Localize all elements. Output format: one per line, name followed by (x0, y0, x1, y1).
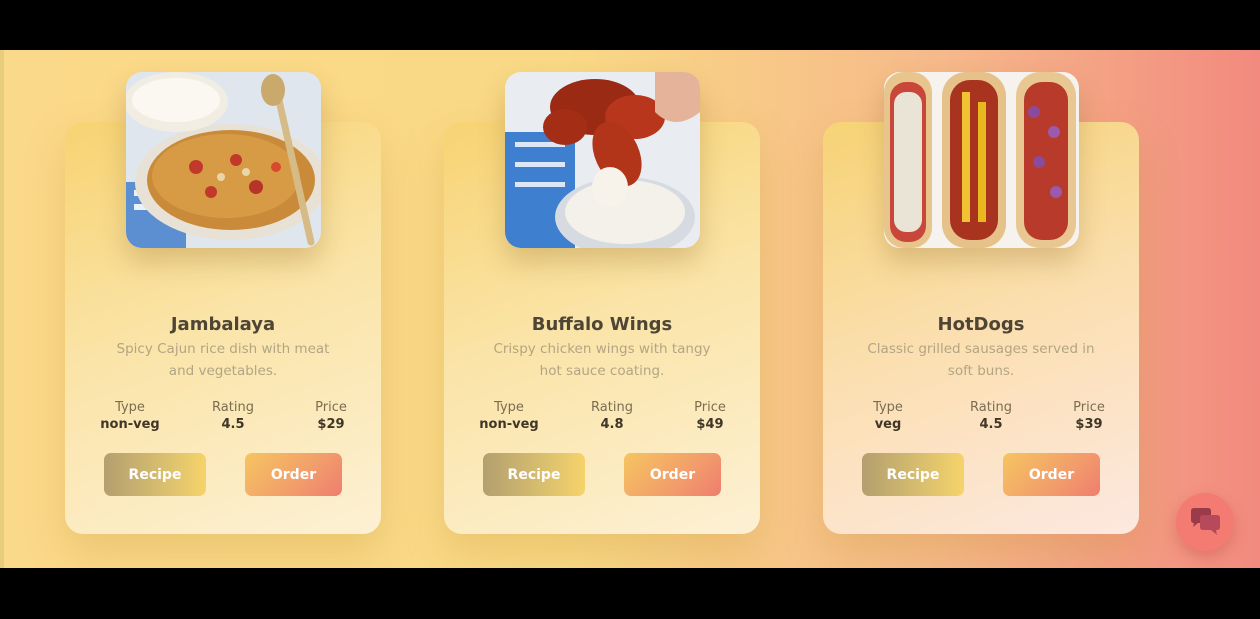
stat-price: Price $49 (675, 400, 745, 432)
food-card-jambalaya: Jambalaya Spicy Cajun rice dish with mea… (65, 72, 381, 534)
card-stats: Type non-veg Rating 4.8 Price $49 (474, 400, 730, 436)
order-button[interactable]: Order (624, 453, 721, 496)
stat-price: Price $39 (1054, 400, 1124, 432)
stat-price-label: Price (694, 400, 726, 415)
stat-price-value: $49 (696, 417, 724, 432)
stat-rating-label: Rating (591, 400, 633, 415)
card-stats: Type veg Rating 4.5 Price $39 (853, 400, 1109, 436)
stat-rating-label: Rating (212, 400, 254, 415)
stat-type: Type non-veg (95, 400, 165, 432)
stat-type: Type non-veg (474, 400, 544, 432)
stat-rating: Rating 4.8 (577, 400, 647, 432)
recipe-button[interactable]: Recipe (483, 453, 585, 496)
stat-type-value: veg (874, 417, 902, 432)
stat-rating: Rating 4.5 (956, 400, 1026, 432)
card-title: Buffalo Wings (531, 314, 673, 335)
food-card-buffalo-wings: Buffalo Wings Crispy chicken wings with … (444, 72, 760, 534)
stat-type-label: Type (873, 400, 903, 415)
card-description: Spicy Cajun rice dish with meat and vege… (116, 341, 330, 379)
stat-price-value: $39 (1075, 417, 1103, 432)
chat-button[interactable] (1176, 493, 1234, 551)
stat-rating-label: Rating (970, 400, 1012, 415)
stat-rating: Rating 4.5 (198, 400, 268, 432)
recipe-button[interactable]: Recipe (104, 453, 206, 496)
stat-type: Type veg (853, 400, 923, 432)
stat-rating-value: 4.5 (221, 417, 245, 432)
stat-price-value: $29 (317, 417, 345, 432)
card-title: HotDogs (937, 314, 1025, 335)
stat-price-label: Price (1073, 400, 1105, 415)
stat-price: Price $29 (296, 400, 366, 432)
stat-type-label: Type (494, 400, 524, 415)
hotdogs-photo (884, 72, 1079, 248)
card-description: Classic grilled sausages served in soft … (867, 341, 1095, 379)
card-stats: Type non-veg Rating 4.5 Price $29 (95, 400, 351, 436)
buffalo-wings-photo (505, 72, 700, 248)
order-button[interactable]: Order (1003, 453, 1100, 496)
recipe-button[interactable]: Recipe (862, 453, 964, 496)
jambalaya-photo (126, 72, 321, 248)
stat-type-value: non-veg (100, 417, 160, 432)
stat-rating-value: 4.5 (979, 417, 1003, 432)
stat-price-label: Price (315, 400, 347, 415)
stat-rating-value: 4.8 (600, 417, 624, 432)
food-card-hotdogs: HotDogs Classic grilled sausages served … (823, 72, 1139, 534)
order-button[interactable]: Order (245, 453, 342, 496)
stat-type-label: Type (115, 400, 145, 415)
card-title: Jambalaya (170, 314, 276, 335)
chat-bubbles-icon (1191, 508, 1220, 535)
stat-type-value: non-veg (479, 417, 539, 432)
card-description: Crispy chicken wings with tangy hot sauc… (493, 341, 711, 379)
menu-section: Jambalaya Spicy Cajun rice dish with mea… (0, 50, 1260, 568)
